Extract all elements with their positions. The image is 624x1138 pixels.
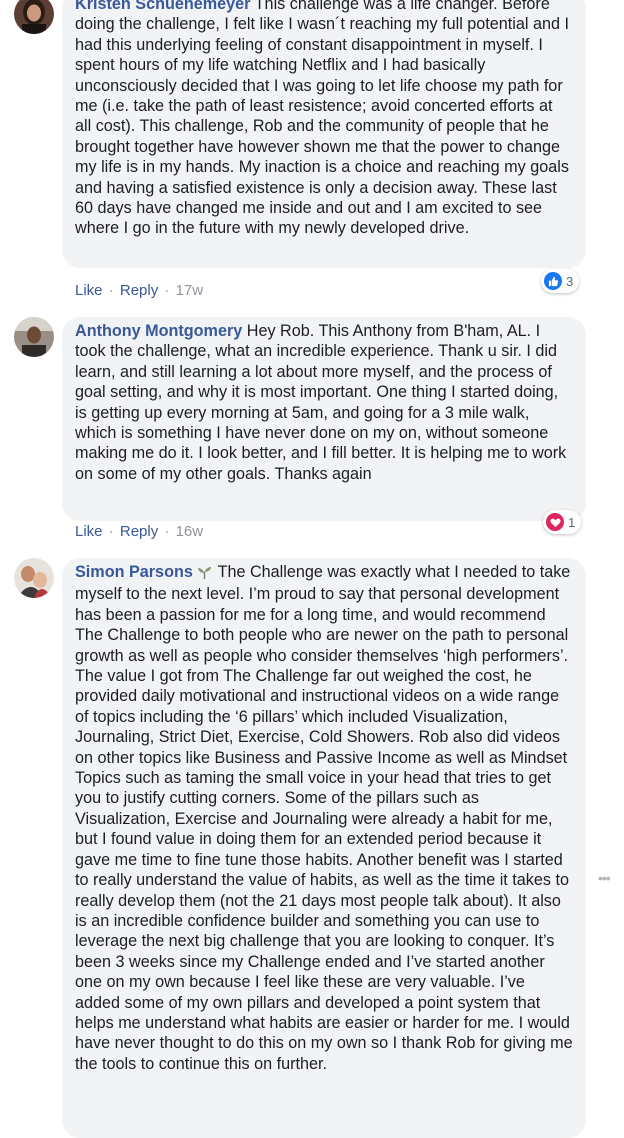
seedling-icon xyxy=(197,564,213,584)
separator: · xyxy=(164,523,170,540)
avatar[interactable] xyxy=(14,0,54,34)
avatar[interactable] xyxy=(14,558,54,598)
comment-timestamp[interactable]: 17w xyxy=(176,282,204,299)
separator: · xyxy=(164,282,170,299)
like-link[interactable]: Like xyxy=(75,282,103,299)
reaction-count: 3 xyxy=(566,273,574,289)
like-link[interactable]: Like xyxy=(75,523,103,540)
comment-bubble: Anthony Montgomery Hey Rob. This Anthony… xyxy=(62,317,586,521)
reply-link[interactable]: Reply xyxy=(120,282,158,299)
comment-actions: Like · Reply · 16w xyxy=(75,523,203,540)
separator: · xyxy=(108,282,114,299)
comment-timestamp[interactable]: 16w xyxy=(176,523,204,540)
separator: · xyxy=(108,523,114,540)
avatar[interactable] xyxy=(14,317,54,357)
comment-author[interactable]: Simon Parsons xyxy=(75,563,193,581)
comment-author[interactable]: Anthony Montgomery xyxy=(75,322,242,340)
comment-actions: Like · Reply · 17w xyxy=(75,282,203,299)
comment-text: This challenge was a life changer. Befor… xyxy=(75,0,570,238)
reaction-count: 1 xyxy=(568,514,576,530)
comment-bubble: Simon Parsons The Challenge was exactly … xyxy=(62,558,586,1138)
like-thumb-icon xyxy=(544,272,562,290)
comment-text: Hey Rob. This Anthony from B'ham, AL. I … xyxy=(75,322,567,483)
reaction-summary[interactable]: 3 xyxy=(541,269,580,293)
more-options-icon[interactable]: ••• xyxy=(598,870,611,886)
love-heart-icon xyxy=(546,513,564,531)
comment-text: The Challenge was exactly what I needed … xyxy=(75,563,573,1073)
reaction-summary[interactable]: 1 xyxy=(543,510,582,534)
reply-link[interactable]: Reply xyxy=(120,523,158,540)
comment-bubble: Kristen Schuenemeyer This challenge was … xyxy=(62,0,586,268)
comment-author[interactable]: Kristen Schuenemeyer xyxy=(75,0,250,13)
